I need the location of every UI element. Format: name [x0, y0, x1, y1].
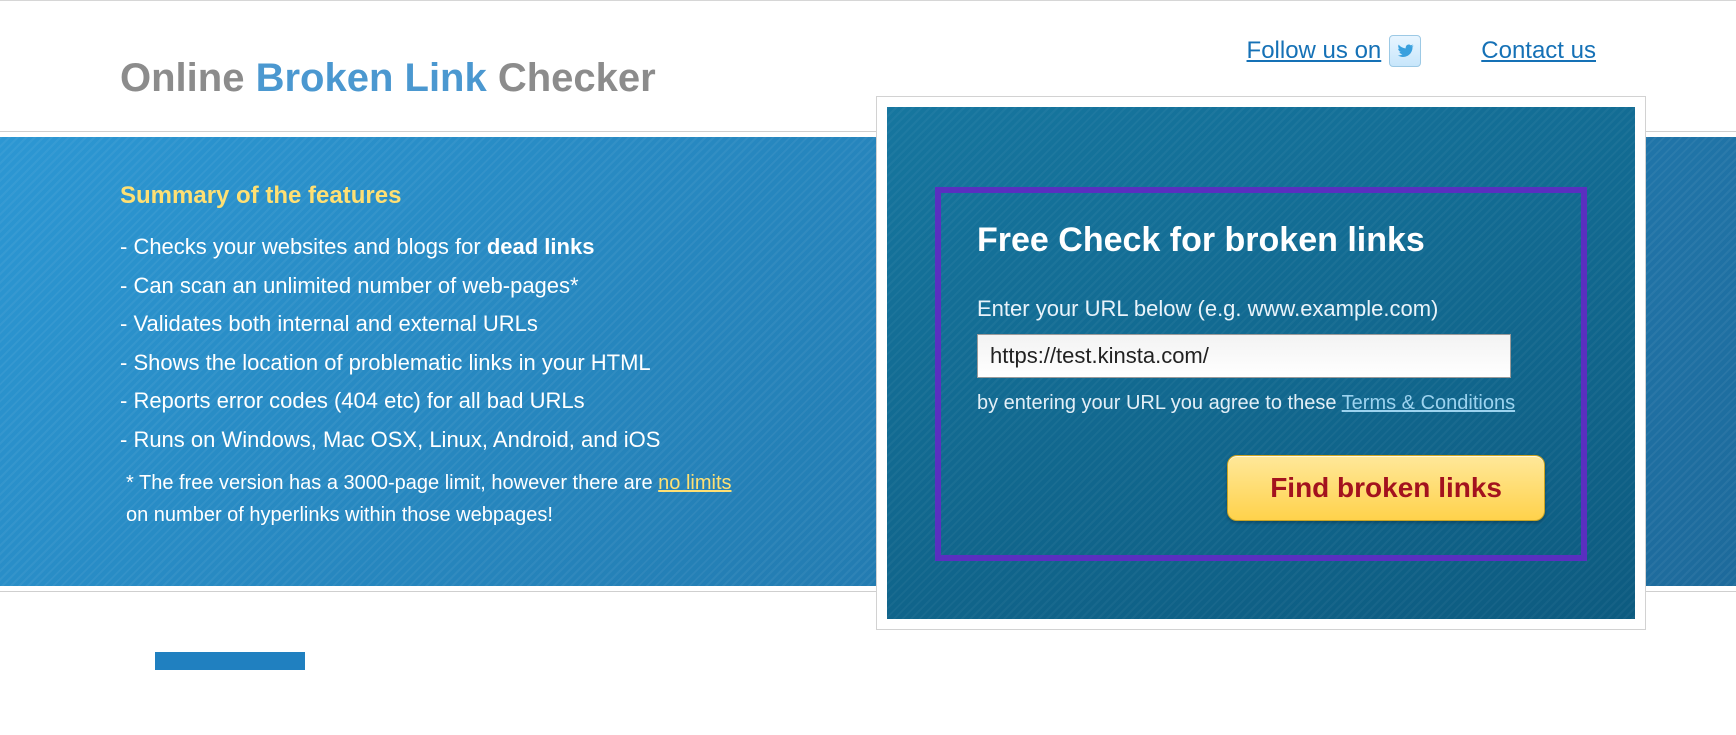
- follow-us-link[interactable]: Follow us on: [1247, 35, 1422, 67]
- form-highlight-frame: Free Check for broken links Enter your U…: [935, 187, 1587, 561]
- footnote-post: on number of hyperlinks within those web…: [126, 504, 553, 526]
- find-broken-links-button[interactable]: Find broken links: [1227, 455, 1545, 521]
- feature-item: - Validates both internal and external U…: [120, 305, 760, 344]
- feature-list: - Checks your websites and blogs for dea…: [120, 228, 760, 459]
- url-input[interactable]: [977, 334, 1511, 378]
- terms-line: by entering your URL you agree to these …: [977, 392, 1545, 415]
- feature-item: - Checks your websites and blogs for dea…: [120, 228, 760, 267]
- check-form-card: Free Check for broken links Enter your U…: [876, 96, 1646, 630]
- contact-us-link[interactable]: Contact us: [1481, 37, 1596, 65]
- form-title: Free Check for broken links: [977, 221, 1545, 260]
- logo-part-2: Broken Link: [256, 56, 487, 100]
- feature-item: - Reports error codes (404 etc) for all …: [120, 382, 760, 421]
- footnote-pre: * The free version has a 3000-page limit…: [126, 472, 658, 494]
- logo-part-1: Online: [120, 56, 256, 100]
- feature-text: - Checks your websites and blogs for: [120, 234, 487, 259]
- feature-item: - Can scan an unlimited number of web-pa…: [120, 267, 760, 306]
- footnote: * The free version has a 3000-page limit…: [120, 467, 740, 531]
- top-nav: Follow us on Contact us: [1247, 35, 1596, 67]
- terms-link[interactable]: Terms & Conditions: [1342, 392, 1515, 414]
- logo-part-3: Checker: [487, 56, 656, 100]
- terms-pre: by entering your URL you agree to these: [977, 392, 1342, 414]
- feature-item: - Runs on Windows, Mac OSX, Linux, Andro…: [120, 421, 760, 460]
- follow-us-label: Follow us on: [1247, 37, 1382, 65]
- feature-bold: dead links: [487, 234, 595, 259]
- nav-stub: [155, 652, 305, 670]
- no-limits-link[interactable]: no limits: [658, 472, 731, 494]
- twitter-icon[interactable]: [1389, 35, 1421, 67]
- feature-item: - Shows the location of problematic link…: [120, 344, 760, 383]
- url-input-label: Enter your URL below (e.g. www.example.c…: [977, 296, 1545, 322]
